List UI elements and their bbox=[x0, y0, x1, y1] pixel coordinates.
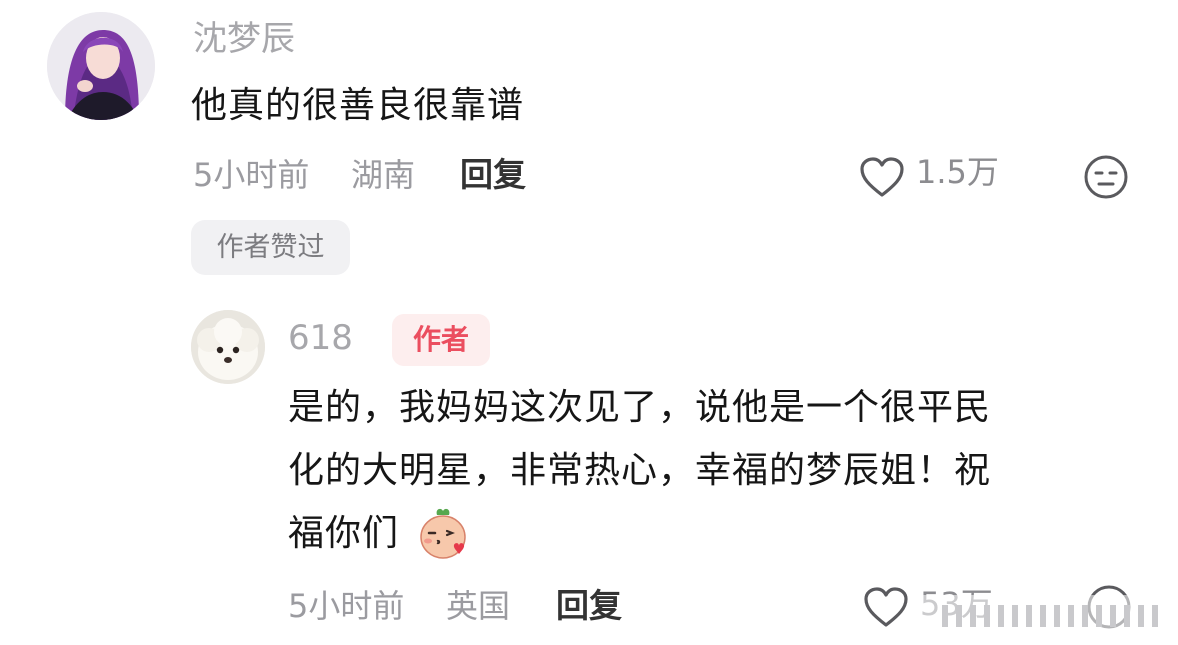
comment-location: 湖南 bbox=[351, 156, 416, 194]
avatar[interactable] bbox=[47, 12, 155, 120]
reply-text-line: 福你们 bbox=[288, 513, 400, 554]
comment-time: 5小时前 bbox=[193, 156, 310, 194]
reply-location: 英国 bbox=[446, 587, 511, 625]
like-count: 1.5万 bbox=[916, 153, 999, 191]
author-liked-badge: 作者赞过 bbox=[191, 220, 350, 275]
watermark bbox=[922, 595, 1172, 637]
avatar-image bbox=[191, 310, 265, 384]
reply-text-line: 化的大明星，非常热心，幸福的梦辰姐！祝 bbox=[288, 450, 992, 491]
kiss-emoji-icon bbox=[415, 505, 471, 561]
avatar[interactable] bbox=[191, 310, 265, 384]
reply-time: 5小时前 bbox=[288, 587, 405, 625]
reply-text-line: 是的，我妈妈这次见了，说他是一个很平民 bbox=[288, 387, 992, 428]
neutral-face-icon[interactable] bbox=[1083, 154, 1129, 200]
reply-button[interactable]: 回复 bbox=[460, 155, 526, 195]
reply-button[interactable]: 回复 bbox=[556, 586, 622, 626]
heart-outline-icon[interactable] bbox=[858, 155, 906, 199]
comment-text: 他真的很善良很靠谱 bbox=[191, 85, 525, 126]
author-badge: 作者 bbox=[392, 314, 490, 366]
heart-outline-icon[interactable] bbox=[862, 585, 910, 629]
reply-username[interactable]: 618 bbox=[288, 318, 353, 358]
comment-username[interactable]: 沈梦辰 bbox=[193, 19, 295, 59]
avatar-image bbox=[47, 12, 155, 120]
